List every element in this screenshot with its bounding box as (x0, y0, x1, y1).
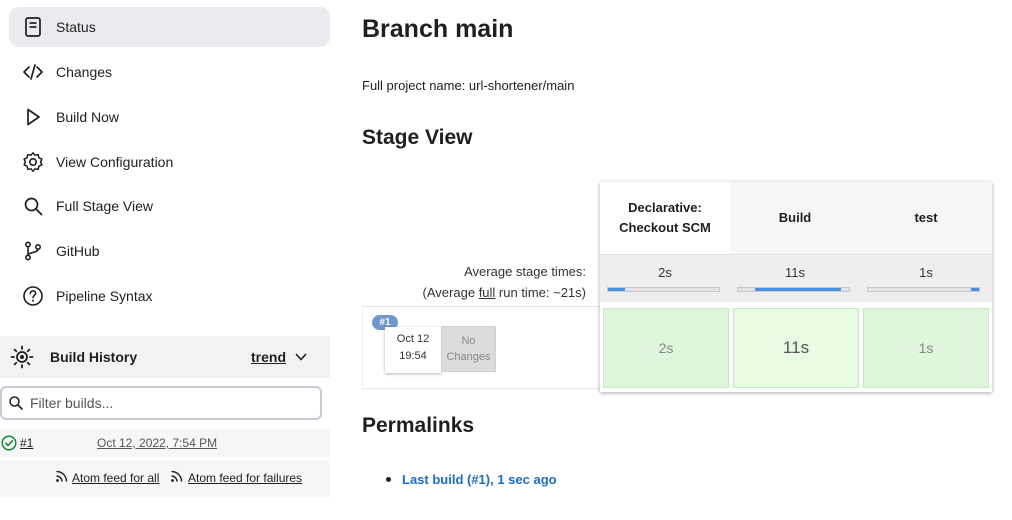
stage-result-checkout[interactable]: 2s (603, 308, 729, 388)
stage-time-bar (737, 287, 850, 292)
full-project-name: Full project name: url-shortener/main (362, 78, 575, 93)
sidebar-item-label: Full Stage View (56, 198, 154, 214)
stage-average-time: 1s (919, 265, 933, 280)
permalink-last-build[interactable]: Last build (#1), 1 sec ago (402, 472, 557, 487)
stage-name-line2: Checkout SCM (619, 220, 711, 235)
stage-time-bar-fill (971, 288, 979, 291)
gear-icon (22, 151, 44, 173)
list-bullet (386, 477, 391, 482)
sidebar-item-label: Build Now (56, 109, 120, 125)
run-changes-line2: Changes (446, 351, 491, 363)
atom-feed-all-link[interactable]: Atom feed for all (72, 471, 159, 485)
build-number-link[interactable]: #1 (20, 436, 33, 450)
avg-run-suffix: run time: ~21s) (495, 285, 586, 300)
stage-average-test: 1s (860, 254, 992, 302)
sidebar-item-full-stage-view[interactable]: Full Stage View (9, 186, 330, 226)
build-history-title: Build History (50, 349, 138, 365)
search-icon (8, 395, 24, 411)
sidebar-item-label: Status (56, 19, 96, 35)
stage-result-test[interactable]: 1s (863, 308, 989, 388)
build-history-icon (10, 345, 34, 369)
play-icon (22, 106, 44, 128)
filter-builds-input[interactable] (30, 394, 310, 412)
stage-header-test: test (860, 182, 992, 254)
sidebar-item-view-configuration[interactable]: View Configuration (9, 142, 330, 182)
run-date: Oct 12 (396, 333, 430, 345)
avg-run-prefix: (Average (422, 285, 479, 300)
permalinks-title: Permalinks (362, 414, 475, 437)
stage-average-time: 11s (785, 265, 805, 280)
success-check-icon (1, 435, 17, 451)
build-row[interactable]: #1 Oct 12, 2022, 7:54 PM (0, 429, 330, 457)
stage-average-build: 11s (730, 254, 860, 302)
search-icon (22, 195, 44, 217)
stage-time-bar (607, 287, 720, 292)
full-run-link[interactable]: full (479, 285, 496, 300)
code-icon (22, 61, 44, 83)
page-title: Branch main (362, 15, 514, 43)
sidebar: Status Changes Build Now View Configurat… (0, 0, 336, 520)
average-full-run-time-label: (Average full run time: ~21s) (360, 285, 586, 300)
trend-link[interactable]: trend (251, 349, 286, 365)
stage-average-checkout: 2s (600, 254, 730, 302)
rss-icon (170, 470, 183, 483)
branch-icon (22, 240, 44, 262)
sidebar-item-build-now[interactable]: Build Now (9, 97, 330, 137)
sidebar-item-status[interactable]: Status (9, 7, 330, 47)
filter-builds-box (0, 386, 322, 420)
sidebar-item-label: Changes (56, 64, 113, 80)
sidebar-item-github[interactable]: GitHub (9, 231, 330, 271)
run-changes-line1: No (461, 335, 476, 347)
chevron-down-icon[interactable] (294, 350, 308, 364)
stage-time-bar (867, 287, 980, 292)
stage-result-build[interactable]: 11s (733, 308, 859, 388)
atom-feed-failures-link[interactable]: Atom feed for failures (188, 471, 302, 485)
run-changes-box: No Changes (441, 326, 496, 372)
stage-name-line1: Declarative: (628, 200, 702, 215)
sidebar-item-pipeline-syntax[interactable]: Pipeline Syntax (9, 276, 330, 316)
document-icon (22, 16, 44, 38)
stage-time-bar-fill (608, 288, 625, 291)
stage-average-time: 2s (658, 265, 672, 280)
stage-view-table: Declarative: Checkout SCM Build test 2s 1… (600, 182, 992, 392)
sidebar-item-label: GitHub (56, 243, 100, 259)
stage-header-checkout: Declarative: Checkout SCM (600, 182, 730, 254)
atom-feeds: Atom feed for all Atom feed for failures (0, 460, 330, 497)
help-icon (22, 285, 44, 307)
average-stage-times-label: Average stage times: (464, 264, 586, 279)
build-history-header: Build History trend (0, 336, 330, 378)
sidebar-item-label: Pipeline Syntax (56, 288, 153, 304)
stage-view-title: Stage View (362, 126, 473, 149)
pipeline-run-row: #1 Oct 12 19:54 No Changes (362, 306, 600, 389)
sidebar-item-label: View Configuration (56, 154, 174, 170)
sidebar-item-changes[interactable]: Changes (9, 52, 330, 92)
rss-icon (55, 470, 68, 483)
stage-time-bar-fill (754, 288, 842, 291)
run-time: 19:54 (399, 350, 427, 362)
stage-header-build: Build (730, 182, 860, 254)
run-date-box: Oct 12 19:54 (385, 327, 441, 373)
build-date-link[interactable]: Oct 12, 2022, 7:54 PM (97, 436, 217, 450)
